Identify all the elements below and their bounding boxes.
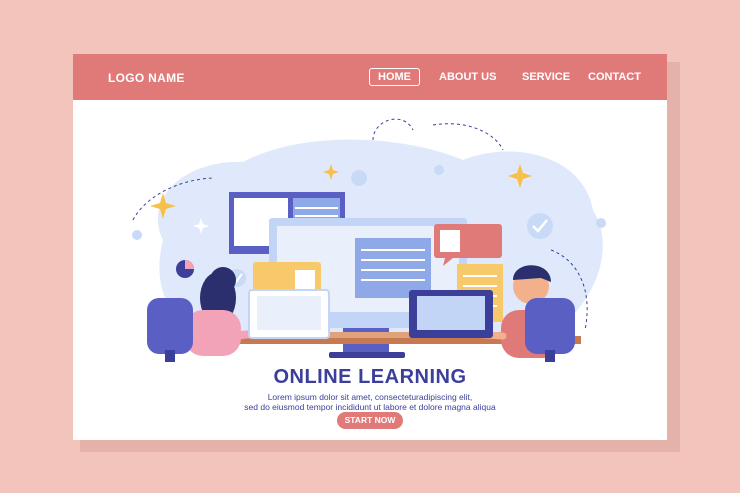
laptop-right	[409, 290, 493, 338]
start-now-button[interactable]: START NOW	[337, 412, 403, 429]
chair-left	[147, 298, 193, 362]
dashed-line-top-right	[432, 123, 504, 151]
hero-title: ONLINE LEARNING	[273, 366, 467, 388]
decor-dot	[434, 165, 444, 175]
logo[interactable]: LOGO NAME	[108, 71, 185, 85]
hero-description-line1: Lorem ipsum dolor sit amet, consectetura…	[267, 392, 473, 402]
dashed-line-top	[372, 118, 414, 141]
decor-dot	[132, 230, 142, 240]
pie-chart-icon	[176, 260, 194, 278]
hero-description: Lorem ipsum dolor sit amet, consectetura…	[73, 392, 667, 412]
chair-right	[525, 298, 575, 362]
nav-home-link[interactable]: HOME	[369, 68, 420, 86]
hero-description-line2: sed do eiusmod tempor incididunt ut labo…	[244, 402, 496, 412]
nav-contact-link[interactable]: CONTACT	[588, 71, 641, 83]
laptop-left	[248, 289, 330, 339]
landing-page: LOGO NAME HOME ABOUT US SERVICE CONTACT	[73, 54, 667, 440]
navbar: LOGO NAME HOME ABOUT US SERVICE CONTACT	[73, 54, 667, 100]
nav-service-link[interactable]: SERVICE	[522, 71, 570, 83]
online-learning-illustration	[132, 118, 606, 362]
nav-about-link[interactable]: ABOUT US	[439, 71, 496, 83]
decor-dot	[596, 218, 606, 228]
checkmark-icon	[527, 213, 553, 239]
decor-dot	[351, 170, 367, 186]
